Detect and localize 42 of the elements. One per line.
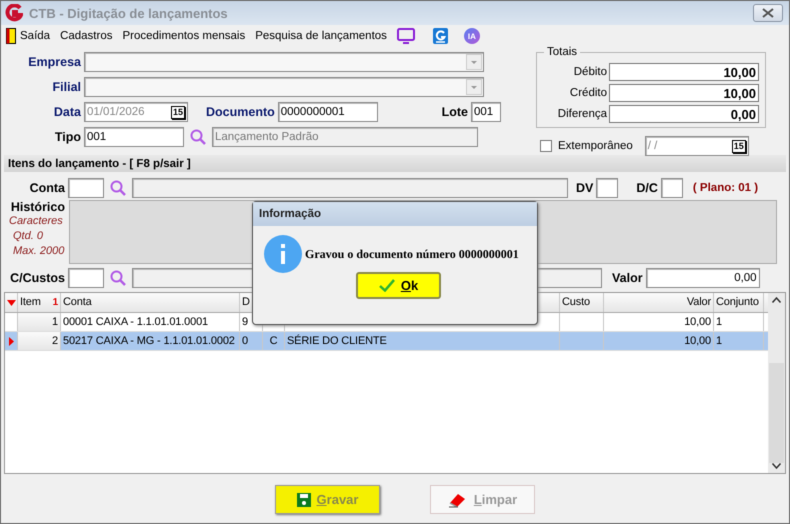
field-label: D/C: [636, 181, 658, 195]
field-label: C/Custos: [9, 271, 66, 285]
table-cell: 2: [52, 335, 58, 347]
field-label: Filial: [52, 80, 82, 94]
window-title: CTB - Digitação de lançamentos: [29, 6, 229, 20]
character-count-note: Caracteres: [9, 214, 63, 229]
field-label: Documento: [206, 105, 275, 119]
total-label: Débito: [574, 66, 607, 78]
dialog-message: Gravou o documento número 0000000001: [305, 246, 519, 262]
field-label: Conta: [28, 181, 66, 195]
field-label: Valor: [612, 271, 643, 285]
field-label: Lote: [442, 105, 468, 119]
total-value: 10,00: [609, 63, 759, 81]
table-cell: 1: [716, 335, 722, 347]
group-title: Totais: [544, 46, 580, 58]
field-label: DV: [576, 181, 594, 195]
plan-label: ( Plano: 01 ): [692, 182, 758, 194]
total-value: 0,00: [609, 105, 759, 123]
character-count-note: Max. 2000: [13, 244, 64, 259]
table-cell: 10,00: [684, 316, 711, 328]
sort-order-icon: 1: [52, 296, 58, 308]
table-cell: C: [270, 335, 278, 347]
table-cell: 0: [242, 335, 248, 347]
table-cell: 1: [52, 316, 58, 328]
total-label: Diferença: [558, 108, 607, 120]
table-cell: 10,00: [684, 335, 711, 347]
field-label: Tipo: [54, 130, 82, 144]
type-description-field: Lançamento Padrão: [212, 127, 478, 147]
field-label: Data: [52, 105, 82, 119]
table-cell: 00001 CAIXA - 1.1.01.01.0001: [63, 316, 208, 328]
table-cell: 1: [716, 316, 722, 328]
field-label: Empresa: [27, 55, 82, 69]
total-label: Crédito: [570, 87, 607, 99]
character-count-note: Qtd. 0: [13, 229, 43, 244]
table-cell: 50217 CAIXA - MG - 1.1.01.01.0002: [63, 335, 235, 347]
total-value: 10,00: [609, 84, 759, 102]
section-header: Itens do lançamento - [ F8 p/sair ]: [4, 155, 786, 172]
dialog-title: Informação: [259, 208, 321, 220]
field-label: Histórico: [10, 200, 66, 214]
checkbox-label: Extemporâneo: [558, 140, 633, 152]
table-cell: SÉRIE DO CLIENTE: [287, 335, 387, 347]
table-cell: 9: [242, 316, 248, 328]
